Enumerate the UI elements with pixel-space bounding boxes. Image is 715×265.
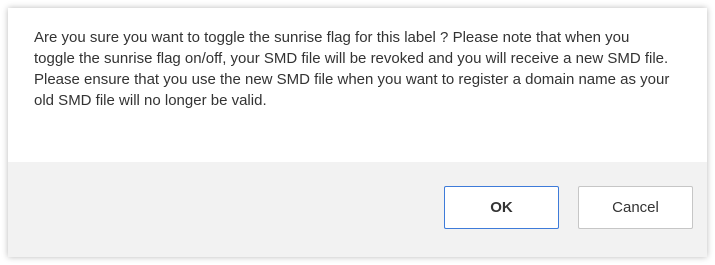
dialog-message: Are you sure you want to toggle the sunr…	[34, 29, 670, 109]
confirm-dialog: Are you sure you want to toggle the sunr…	[8, 8, 707, 257]
ok-button[interactable]: OK	[444, 186, 559, 229]
cancel-button[interactable]: Cancel	[578, 186, 693, 229]
dialog-footer: OK Cancel	[8, 162, 707, 257]
